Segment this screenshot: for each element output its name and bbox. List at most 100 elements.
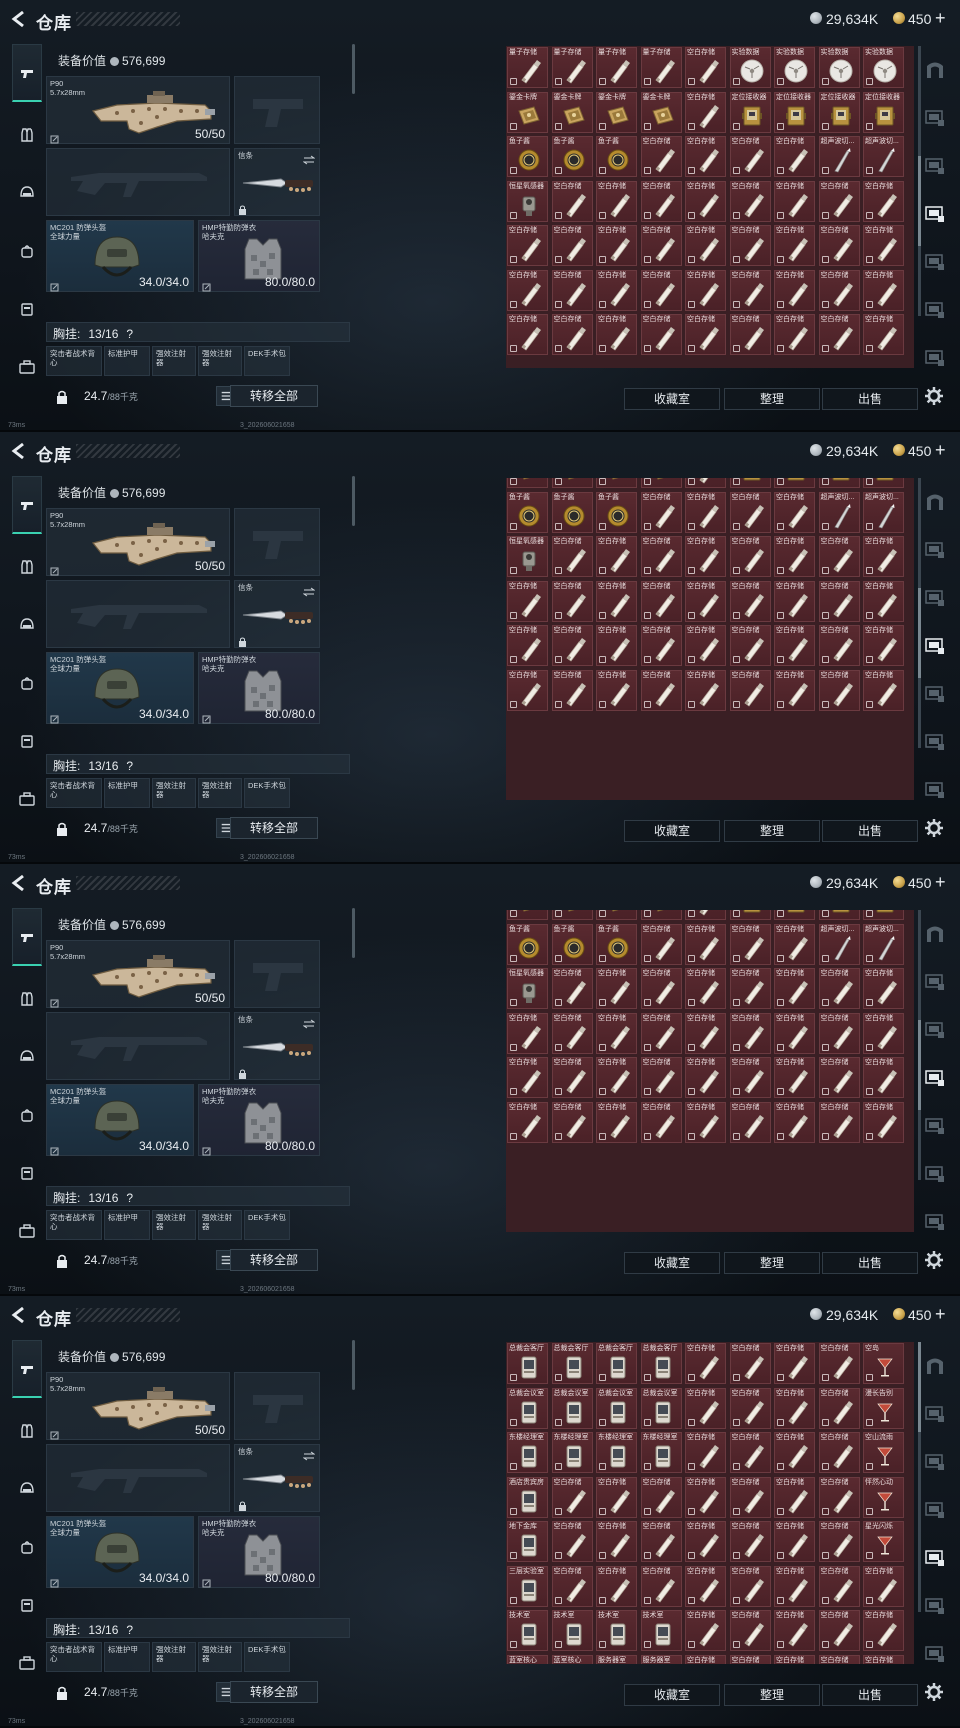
storage-scrollbar[interactable] <box>918 46 921 316</box>
tab-vest[interactable] <box>12 984 42 1014</box>
storage-item[interactable]: 空白存储 <box>818 1476 860 1518</box>
storage-item[interactable]: 空白存储 <box>685 478 726 488</box>
add-currency-button[interactable]: + <box>935 8 946 29</box>
storage-item[interactable]: 空白存储 <box>640 314 682 355</box>
storage-page-tab[interactable] <box>922 1160 948 1186</box>
storage-scroll-thumb[interactable] <box>918 1020 921 1110</box>
collection-room-button[interactable]: 收藏室 <box>624 1684 720 1706</box>
storage-item[interactable]: 空白存储 <box>640 968 682 1009</box>
storage-item[interactable]: 鱼子酱 <box>596 491 637 533</box>
storage-item[interactable]: 鎏金卡牌 <box>551 910 593 920</box>
storage-item[interactable]: 服务器室 <box>640 1654 682 1664</box>
storage-item[interactable]: 空白存储 <box>685 1610 726 1651</box>
storage-item[interactable]: 实验数据 <box>863 47 904 88</box>
storage-home-tab[interactable] <box>922 56 948 82</box>
swap-icon[interactable] <box>302 584 316 597</box>
storage-item[interactable]: 空白存储 <box>507 625 548 666</box>
storage-item[interactable]: 鱼子酱 <box>551 923 593 965</box>
collection-room-button[interactable]: 收藏室 <box>624 1252 720 1274</box>
storage-item[interactable]: 空白存储 <box>640 923 682 965</box>
storage-item[interactable]: 量子存储 <box>551 47 593 88</box>
storage-item[interactable]: 超声波切... <box>863 923 904 965</box>
storage-item[interactable]: 空白存储 <box>685 968 726 1009</box>
storage-item[interactable]: 空白存储 <box>551 225 593 266</box>
storage-item[interactable]: 空白存储 <box>863 180 904 222</box>
storage-item[interactable]: 超声波切... <box>818 923 860 965</box>
storage-item[interactable]: 空白存储 <box>596 968 637 1009</box>
storage-item[interactable]: 超声波切... <box>818 136 860 177</box>
storage-item[interactable]: 空白存储 <box>685 1654 726 1664</box>
tab-helmet[interactable] <box>12 610 42 640</box>
chest-rig-slot[interactable]: 强效注射器 <box>198 346 242 376</box>
storage-item[interactable]: 蓝室核心 <box>507 1654 548 1664</box>
storage-item[interactable]: 空白存储 <box>863 269 904 311</box>
storage-item[interactable]: 总裁会客厅 <box>507 1343 548 1384</box>
storage-item[interactable]: 空白存储 <box>729 1432 771 1473</box>
storage-item[interactable]: 空白存储 <box>774 968 815 1009</box>
tab-helmet[interactable] <box>12 178 42 208</box>
storage-page-tab[interactable] <box>922 248 948 274</box>
storage-item[interactable]: 空白存储 <box>551 269 593 311</box>
storage-item[interactable]: 定位接收器 <box>774 478 815 488</box>
storage-item[interactable]: 空白存储 <box>818 1432 860 1473</box>
chest-rig-slot[interactable]: 标准护甲 <box>104 1642 150 1672</box>
storage-item[interactable]: 空白存储 <box>818 180 860 222</box>
storage-item[interactable]: 鱼子酱 <box>551 136 593 177</box>
storage-item[interactable]: 总裁会客厅 <box>640 1343 682 1384</box>
storage-scroll-thumb[interactable] <box>918 588 921 678</box>
storage-item[interactable]: 空白存储 <box>551 1476 593 1518</box>
second-primary-slot[interactable] <box>46 580 230 648</box>
storage-page-tab[interactable] <box>922 968 948 994</box>
storage-item[interactable]: 空白存储 <box>774 314 815 355</box>
storage-item[interactable]: 空白存储 <box>729 968 771 1009</box>
secondary-weapon-slot[interactable] <box>234 76 320 144</box>
storage-item[interactable]: 空白存储 <box>729 625 771 666</box>
storage-item[interactable]: 空白存储 <box>729 1343 771 1384</box>
storage-item[interactable]: 空白存储 <box>774 923 815 965</box>
chest-rig-slot[interactable]: 突击者战术背心 <box>46 1210 102 1240</box>
storage-item[interactable]: 总裁会客厅 <box>551 1343 593 1384</box>
storage-item[interactable]: 空岛 <box>863 1343 904 1384</box>
storage-item[interactable]: 空白存储 <box>685 1012 726 1054</box>
storage-item[interactable]: 总裁会客厅 <box>596 1343 637 1384</box>
storage-item[interactable]: 空白存储 <box>551 536 593 577</box>
swap-icon[interactable] <box>302 1448 316 1461</box>
storage-item[interactable]: 空白存储 <box>729 1565 771 1607</box>
storage-item[interactable]: 鎏金卡牌 <box>551 478 593 488</box>
storage-item[interactable]: 空白存储 <box>729 1476 771 1518</box>
storage-item[interactable]: 空白存储 <box>863 1101 904 1143</box>
primary-weapon-slot[interactable]: P90 5.7x28mm 50/50 <box>46 76 230 144</box>
storage-item[interactable]: 空白存储 <box>596 225 637 266</box>
storage-item[interactable]: 空白存储 <box>596 1476 637 1518</box>
storage-item[interactable]: 定位接收器 <box>729 478 771 488</box>
secondary-weapon-slot[interactable] <box>234 508 320 576</box>
storage-item[interactable]: 空白存储 <box>774 136 815 177</box>
storage-item[interactable]: 鎏金卡牌 <box>507 910 548 920</box>
storage-item[interactable]: 空白存储 <box>729 136 771 177</box>
gear-icon[interactable] <box>924 818 944 838</box>
storage-page-tab[interactable] <box>922 680 948 706</box>
storage-item[interactable]: 量子存储 <box>596 47 637 88</box>
storage-item[interactable]: 空白存储 <box>774 536 815 577</box>
tab-case[interactable] <box>12 784 42 814</box>
storage-item[interactable]: 空白存储 <box>551 1057 593 1098</box>
chest-rig-slot[interactable]: DEK手术包 <box>244 778 290 808</box>
storage-item[interactable]: 定位接收器 <box>863 91 904 133</box>
tab-weapons[interactable] <box>12 1340 42 1398</box>
tab-case[interactable] <box>12 1648 42 1678</box>
storage-item[interactable]: 空白存储 <box>551 669 593 711</box>
melee-slot[interactable]: 信条 <box>234 1012 320 1080</box>
storage-item[interactable]: 东楼经理室 <box>507 1432 548 1473</box>
storage-item[interactable]: 实验数据 <box>729 47 771 88</box>
secondary-weapon-slot[interactable] <box>234 940 320 1008</box>
storage-item[interactable]: 空白存储 <box>729 1654 771 1664</box>
chest-rig-bar[interactable]: 胸挂: 13/16? <box>46 322 350 342</box>
storage-item[interactable]: 空白存储 <box>685 225 726 266</box>
melee-slot[interactable]: 信条 <box>234 1444 320 1512</box>
storage-grid[interactable]: 量子存储 量子存储 量子存储 量子存储 空白存储 实验数据 实验数据 实验数据 实验数据 鎏金卡牌… <box>506 46 914 368</box>
add-currency-button[interactable]: + <box>935 440 946 461</box>
armor-slot[interactable]: HMP特勤防弹衣 哈夫克 80.0/80.0 <box>198 1516 320 1588</box>
chest-rig-slot[interactable]: 突击者战术背心 <box>46 346 102 376</box>
tab-weapons[interactable] <box>12 476 42 534</box>
storage-item[interactable]: 鎏金卡牌 <box>640 91 682 133</box>
